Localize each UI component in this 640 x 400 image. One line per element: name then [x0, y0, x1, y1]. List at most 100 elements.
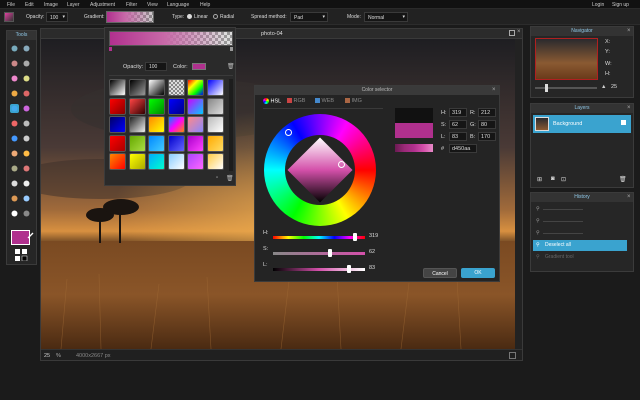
gradient-preset[interactable] — [128, 79, 146, 96]
gp-opacity-select[interactable]: 100 — [145, 62, 167, 71]
signup-link[interactable]: Sign up — [612, 2, 629, 8]
gradient-preset[interactable] — [148, 134, 165, 152]
layer-properties-icon[interactable]: ⊞ — [537, 176, 542, 183]
gradient-preset[interactable] — [206, 97, 224, 115]
zoom-tool-icon[interactable] — [22, 194, 31, 203]
gradient-preview[interactable] — [106, 11, 154, 23]
eyedropper-icon[interactable] — [27, 231, 35, 239]
hue-field[interactable]: 319 — [449, 108, 467, 117]
slider-track[interactable] — [273, 236, 365, 239]
lightness-field[interactable]: 83 — [449, 132, 467, 141]
smudge-tool-icon[interactable] — [22, 209, 31, 218]
close-icon[interactable]: × — [627, 28, 631, 34]
gradient-preset[interactable] — [148, 79, 165, 96]
menu-help[interactable]: Help — [200, 2, 210, 8]
gradient-preset[interactable] — [187, 97, 204, 115]
history-item[interactable]: ⚲ — [533, 216, 627, 227]
picker-tool-icon[interactable] — [10, 209, 19, 218]
gradient-preset[interactable] — [109, 116, 126, 134]
crop-tool-icon[interactable] — [22, 59, 31, 68]
history-item[interactable]: ⚲ Deselect all — [533, 240, 627, 251]
mask-icon[interactable]: ◙ — [551, 176, 555, 182]
close-icon[interactable]: × — [627, 194, 631, 200]
stamp-tool-icon[interactable] — [10, 119, 19, 128]
presets-scrollbar[interactable] — [229, 79, 233, 171]
layer-visibility-checkbox[interactable] — [621, 120, 626, 125]
gradient-preset[interactable] — [109, 134, 126, 152]
gradient-preset[interactable] — [187, 153, 204, 171]
lasso-tool-icon[interactable] — [10, 59, 19, 68]
gradient-preset[interactable] — [187, 79, 204, 96]
layer-row[interactable]: Background — [533, 115, 631, 133]
eye-tool-icon[interactable] — [10, 164, 19, 173]
gradient-preset[interactable] — [167, 134, 185, 152]
delete-layer-icon[interactable]: 🗑 — [619, 176, 627, 183]
gradient-stop-right[interactable] — [230, 47, 233, 51]
gradient-editor-bar[interactable] — [109, 31, 233, 46]
hand-tool-icon[interactable] — [10, 194, 19, 203]
radio-radial-icon[interactable] — [213, 14, 218, 19]
slider-handle[interactable] — [328, 249, 333, 257]
ok-button[interactable]: OK — [461, 268, 495, 278]
menu-adjustment[interactable]: Adjustment — [90, 2, 115, 8]
heal-tool-icon[interactable] — [22, 164, 31, 173]
spread-select[interactable]: Pad ▾ — [290, 12, 328, 22]
pencil-tool-icon[interactable] — [22, 74, 31, 83]
slider-value[interactable]: 83 — [369, 265, 375, 271]
gradient-preset[interactable] — [206, 134, 224, 152]
gradient-preset[interactable] — [187, 134, 204, 152]
drop-tool-icon[interactable] — [10, 134, 19, 143]
green-field[interactable]: 80 — [478, 120, 496, 129]
eraser-tool-icon[interactable] — [22, 89, 31, 98]
gp-color-swatch[interactable] — [192, 63, 206, 70]
zoom-value[interactable]: 25 — [44, 353, 50, 359]
slider-value[interactable]: 62 — [369, 249, 375, 255]
menu-file[interactable]: File — [7, 2, 15, 8]
radio-linear-icon[interactable] — [187, 14, 192, 19]
swap-colors-icon[interactable] — [15, 249, 29, 262]
wand-tool-icon[interactable] — [10, 74, 19, 83]
gradient-preset[interactable] — [109, 97, 126, 115]
history-item[interactable]: ⚲ — [533, 204, 627, 215]
gradient-preset[interactable] — [148, 97, 165, 115]
history-item[interactable]: ⚲ Gradient tool — [533, 252, 627, 263]
menu-view[interactable]: View — [147, 2, 158, 8]
blue-field[interactable]: 170 — [478, 132, 496, 141]
close-icon[interactable]: × — [517, 29, 521, 35]
gradient-preset[interactable] — [167, 153, 185, 171]
fill-tool-icon[interactable] — [22, 104, 31, 113]
menu-layer[interactable]: Layer — [67, 2, 80, 8]
resize-handle-icon[interactable] — [509, 352, 516, 359]
opacity-select[interactable]: 100 ▾ — [46, 12, 68, 22]
menu-edit[interactable]: Edit — [25, 2, 34, 8]
trash-icon[interactable]: 🗑 — [227, 63, 235, 70]
sl-marker[interactable] — [338, 161, 345, 168]
hue-ring[interactable] — [264, 114, 376, 226]
slider-handle[interactable] — [347, 265, 352, 273]
gradient-preset[interactable] — [206, 79, 224, 96]
gradient-preset[interactable] — [167, 116, 185, 134]
slider-value[interactable]: 319 — [369, 233, 378, 239]
nav-zoom-value[interactable]: 25 — [611, 84, 617, 90]
hue-marker[interactable] — [285, 129, 292, 136]
slider-track[interactable] — [273, 252, 365, 255]
gradient-preset[interactable] — [206, 116, 224, 134]
cancel-button[interactable]: Cancel — [423, 268, 457, 278]
nav-zoom-handle[interactable] — [545, 84, 548, 92]
blur-tool-icon[interactable] — [22, 134, 31, 143]
menu-language[interactable]: Language — [167, 2, 189, 8]
gradient-preset[interactable] — [109, 153, 126, 171]
tab-rgb[interactable]: RGB — [287, 98, 305, 104]
close-icon[interactable]: × — [492, 87, 496, 93]
mode-select[interactable]: Normal ▾ — [364, 12, 408, 22]
new-layer-icon[interactable]: ⊡ — [561, 176, 566, 183]
red-field[interactable]: 212 — [478, 108, 496, 117]
shape-tool-icon[interactable] — [22, 179, 31, 188]
slider-track[interactable] — [273, 268, 365, 271]
gradient-preset[interactable] — [206, 153, 224, 171]
gradient-stop-left[interactable] — [109, 47, 112, 51]
vertical-scrollbar[interactable] — [515, 39, 522, 349]
menu-image[interactable]: Image — [44, 2, 58, 8]
gradient-preset[interactable] — [187, 116, 204, 134]
text-tool-icon[interactable] — [10, 179, 19, 188]
